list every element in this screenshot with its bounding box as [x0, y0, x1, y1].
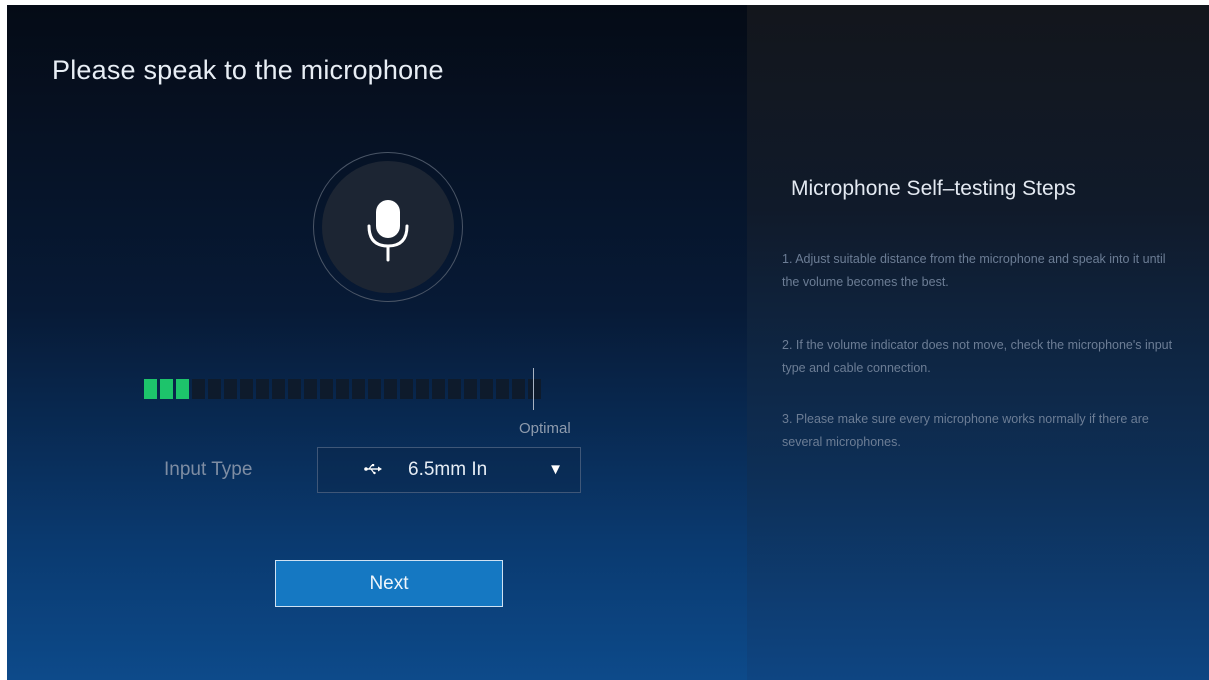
meter-segment — [384, 379, 397, 399]
microphone-icon — [367, 200, 409, 262]
meter-segment — [192, 379, 205, 399]
input-type-label: Input Type — [164, 459, 253, 480]
meter-segment — [480, 379, 493, 399]
volume-meter — [144, 379, 541, 399]
meter-segment — [368, 379, 381, 399]
meter-segment — [336, 379, 349, 399]
step-2: 2. If the volume indicator does not move… — [782, 338, 1173, 375]
meter-segment — [256, 379, 269, 399]
meter-segment — [304, 379, 317, 399]
input-type-value: 6.5mm In — [408, 459, 488, 480]
meter-segment — [496, 379, 509, 399]
meter-segment — [224, 379, 237, 399]
meter-segment-active — [176, 379, 189, 399]
step-3: 3. Please make sure every microphone wor… — [782, 412, 1149, 449]
meter-segment — [288, 379, 301, 399]
meter-segment-active — [144, 379, 157, 399]
next-button[interactable]: Next — [275, 560, 503, 607]
optimal-marker — [533, 368, 534, 410]
meter-segment — [464, 379, 477, 399]
steps-title: Microphone Self–testing Steps — [791, 177, 1076, 200]
input-type-dropdown[interactable]: 6.5mm In ▼ — [317, 447, 581, 493]
meter-segment — [208, 379, 221, 399]
meter-segment — [272, 379, 285, 399]
caret-down-icon: ▼ — [548, 461, 563, 478]
meter-segment — [400, 379, 413, 399]
microphone-button — [313, 152, 463, 302]
usb-icon — [364, 464, 382, 475]
step-1: 1. Adjust suitable distance from the mic… — [782, 252, 1166, 289]
page-title: Please speak to the microphone — [52, 55, 444, 85]
meter-segment — [352, 379, 365, 399]
meter-segment — [320, 379, 333, 399]
meter-segment — [528, 379, 541, 399]
meter-segment — [432, 379, 445, 399]
meter-segment — [416, 379, 429, 399]
microphone-circle — [322, 161, 454, 293]
instructions-panel: Microphone Self–testing Steps 1. Adjust … — [747, 5, 1209, 680]
meter-segment — [448, 379, 461, 399]
optimal-label: Optimal — [519, 420, 571, 437]
meter-segment — [512, 379, 525, 399]
mic-test-screen: Please speak to the microphone Optimal I… — [7, 5, 1209, 680]
meter-segment — [240, 379, 253, 399]
mic-test-panel: Please speak to the microphone Optimal I… — [7, 5, 747, 680]
meter-segment-active — [160, 379, 173, 399]
